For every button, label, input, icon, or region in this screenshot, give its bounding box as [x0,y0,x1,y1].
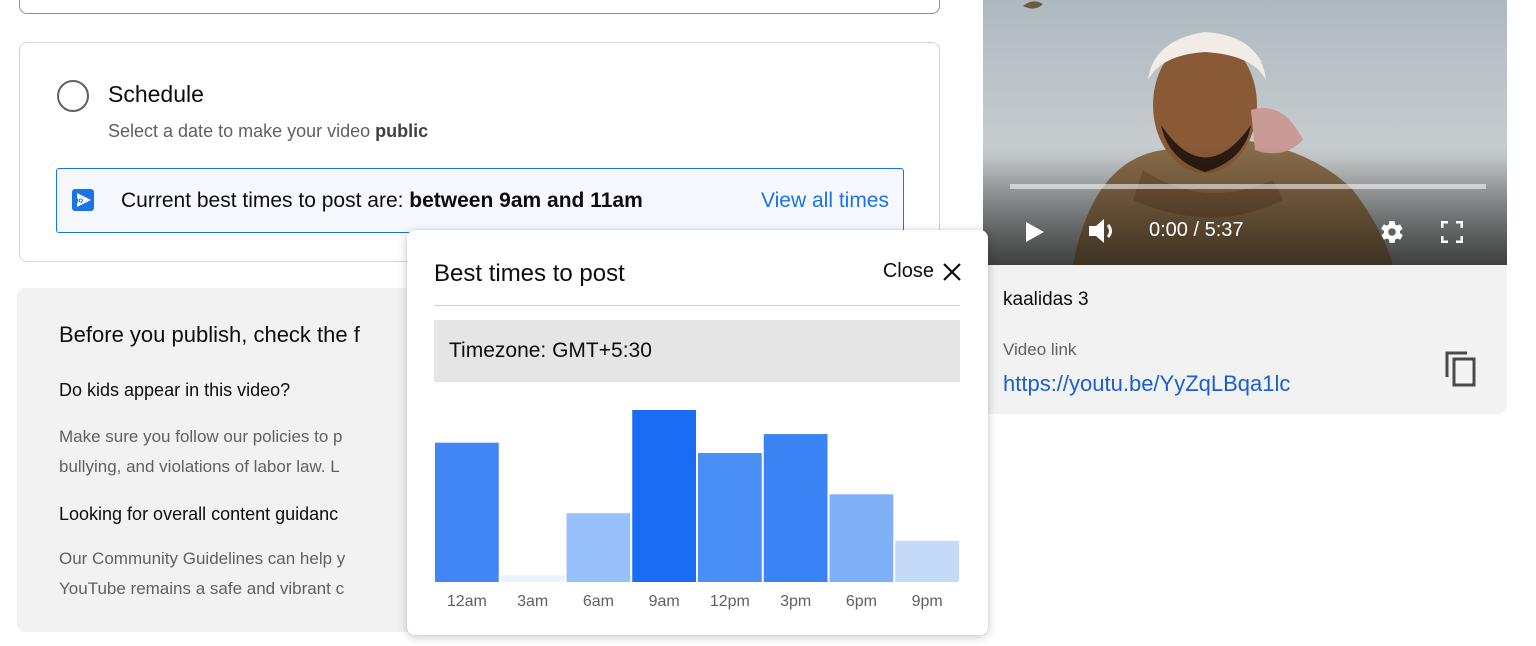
video-link-label: Video link [1003,340,1077,359]
visibility-option-box[interactable] [19,0,940,14]
bar-3pm [763,434,828,582]
bar-12am [435,442,499,582]
timezone-bar: Timezone: GMT+5:30 [434,320,960,382]
best-times-prefix: Current best times to post are: [121,189,410,212]
schedule-subtitle-bold: public [375,121,429,141]
volume-icon[interactable] [1087,216,1119,246]
video-link[interactable]: https://youtu.be/YyZqLBqa1lc [1003,371,1290,397]
vidiq-logo-icon: IQ [72,189,94,211]
fullscreen-icon[interactable] [1441,221,1463,243]
tick-label-6pm: 6pm [846,593,877,610]
kids-policy-line2: bullying, and violations of labor law. L [59,457,340,476]
video-progress-bar[interactable] [1010,184,1486,189]
close-label: Close [882,260,934,282]
schedule-subtitle-text: Select a date to make your video [108,121,376,141]
best-times-text: Current best times to post are: between … [121,189,643,213]
tick-label-9pm: 9pm [912,593,943,610]
kids-policy-text: Make sure you follow our policies to p b… [59,422,342,482]
video-thumbnail [983,0,1507,265]
tick-label-12pm: 12pm [710,593,750,610]
tick-label-9am: 9am [649,593,680,610]
view-all-times-link[interactable]: View all times [761,189,889,213]
popup-title: Best times to post [434,260,625,287]
video-player[interactable]: 0:00 / 5:37 [983,0,1507,265]
bar-9pm [895,540,959,582]
tick-label-3am: 3am [517,593,548,610]
schedule-subtitle: Select a date to make your video public [108,121,428,142]
svg-text:IQ: IQ [77,199,84,205]
checklist-heading: Before you publish, check the f [59,322,360,347]
best-times-banner: IQ Current best times to post are: betwe… [56,168,904,233]
guidance-line2: YouTube remains a safe and vibrant c [59,579,345,598]
kids-question: Do kids appear in this video? [59,380,291,400]
bar-12pm [698,453,762,582]
schedule-title: Schedule [108,81,204,107]
bar-6am [566,513,631,582]
play-icon[interactable] [1021,219,1047,245]
best-times-chart: 12am 3am 6am 9am 12pm 3pm 6pm 9pm [435,410,959,610]
guidance-line1: Our Community Guidelines can help y [59,549,346,568]
close-icon [943,262,961,281]
tick-label-3pm: 3pm [780,593,811,610]
bar-3am [500,575,565,582]
video-title: kaalidas 3 [1003,289,1089,310]
settings-gear-icon[interactable] [1379,219,1405,245]
guidance-text: Our Community Guidelines can help y YouT… [59,544,345,604]
tick-label-12am: 12am [447,593,487,610]
video-preview-panel: 0:00 / 5:37 kaalidas 3 Video link https:… [983,0,1507,414]
best-times-popup: Best times to post Close Timezone: GMT+5… [407,230,988,635]
schedule-radio[interactable] [57,80,89,112]
video-time: 0:00 / 5:37 [1149,219,1244,241]
popup-divider [434,305,960,306]
copy-icon[interactable] [1443,349,1479,389]
kids-policy-line1: Make sure you follow our policies to p [59,427,343,446]
guidance-question: Looking for overall content guidanc [59,504,339,524]
timezone-label: Timezone: GMT+5:30 [449,339,652,362]
best-times-range: between 9am and 11am [409,189,643,212]
schedule-card: Schedule Select a date to make your vide… [19,42,940,262]
tick-label-6am: 6am [583,593,614,610]
close-button[interactable]: Close [883,260,962,283]
bar-9am [632,410,696,582]
bar-6pm [829,494,894,582]
